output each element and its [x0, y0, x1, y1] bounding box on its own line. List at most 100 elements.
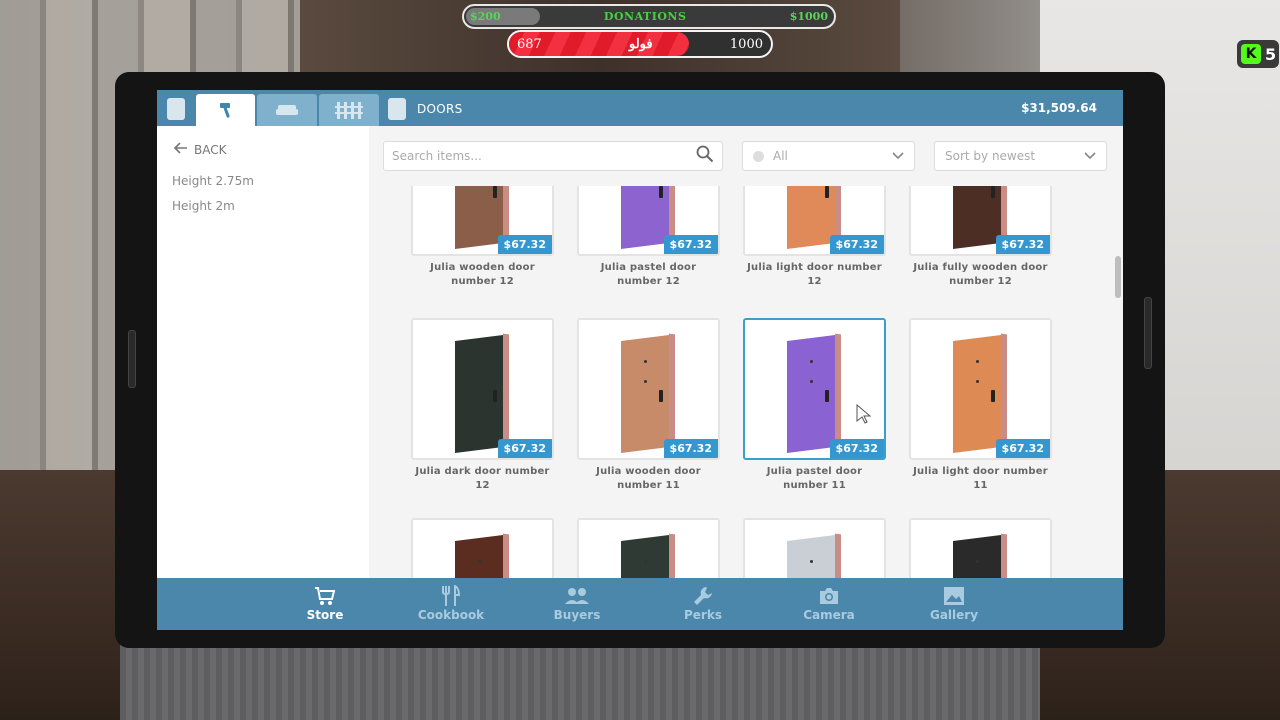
item-name: Julia light door number 12	[747, 262, 882, 287]
chevron-down-icon	[1084, 149, 1096, 163]
item-price: $67.32	[829, 235, 884, 254]
item-price: $67.32	[497, 235, 552, 254]
search-box[interactable]	[383, 141, 723, 171]
item-card[interactable]	[909, 518, 1052, 578]
item-card[interactable]	[411, 518, 554, 578]
sort-select[interactable]: Sort by newest	[934, 141, 1107, 171]
item-name: Julia light door number 11	[913, 466, 1048, 491]
nav-label: Store	[306, 608, 344, 622]
category-dot-icon	[753, 150, 764, 162]
nav-store[interactable]: Store	[285, 584, 365, 622]
hammer-icon	[217, 101, 235, 119]
item-thumbnail[interactable]	[743, 518, 886, 578]
chevron-down-icon	[892, 149, 904, 163]
item-card[interactable]	[743, 518, 886, 578]
item-card[interactable]: $67.32 Julia fully wooden door number 12	[909, 186, 1052, 289]
item-price: $67.32	[995, 439, 1050, 458]
filter-height-2[interactable]: Height 2m	[172, 199, 235, 213]
follower-goal-label: فولو	[629, 37, 653, 52]
donations-bar: $200 DONATIONS $1000	[462, 4, 836, 29]
bottom-nav: Store Cookbook Buyers Perks Camera Gallery	[157, 578, 1123, 630]
tablet-side-button-left	[128, 330, 136, 388]
item-thumbnail[interactable]	[909, 518, 1052, 578]
follower-goal-current: 687	[517, 37, 542, 52]
item-name: Julia fully wooden door number 12	[913, 262, 1048, 287]
door-preview	[953, 532, 1007, 578]
item-price: $67.32	[497, 439, 552, 458]
item-card[interactable]: $67.32 Julia pastel door number 11	[743, 318, 886, 493]
follower-goal-bar: 687 فولو 1000	[507, 30, 773, 58]
item-card[interactable]	[577, 518, 720, 578]
donations-title: DONATIONS	[603, 10, 687, 23]
nav-buyers[interactable]: Buyers	[537, 584, 617, 622]
search-input[interactable]	[392, 149, 696, 163]
camera-icon	[818, 584, 840, 608]
door-preview	[621, 332, 675, 453]
item-thumbnail[interactable]: $67.32	[577, 186, 720, 256]
grid-scrollbar[interactable]	[1115, 256, 1121, 298]
item-thumbnail[interactable]: $67.32	[411, 186, 554, 256]
tab-fences[interactable]	[319, 94, 379, 126]
sort-value: Sort by newest	[945, 149, 1036, 163]
nav-label: Camera	[803, 608, 855, 622]
item-card[interactable]: $67.32 Julia wooden door number 12	[411, 186, 554, 289]
item-thumbnail[interactable]	[411, 518, 554, 578]
nav-camera[interactable]: Camera	[789, 584, 869, 622]
category-select[interactable]: All	[742, 141, 915, 171]
image-icon	[943, 584, 965, 608]
mouse-cursor-icon	[855, 403, 873, 428]
cutlery-icon	[440, 584, 462, 608]
door-preview	[787, 532, 841, 578]
item-name: Julia pastel door number 11	[766, 466, 863, 491]
door-preview	[455, 532, 509, 578]
nav-label: Gallery	[929, 608, 979, 622]
item-thumbnail[interactable]: $67.32	[411, 318, 554, 460]
arrow-left-icon	[173, 142, 188, 157]
item-card[interactable]: $67.32 Julia wooden door number 11	[577, 318, 720, 493]
follower-goal-target: 1000	[729, 37, 763, 52]
tab-furniture[interactable]	[257, 94, 317, 126]
kick-viewer-count: 5	[1265, 44, 1277, 64]
section-toggle[interactable]	[388, 98, 406, 120]
item-price: $67.32	[663, 235, 718, 254]
fence-icon	[335, 101, 363, 119]
item-thumbnail[interactable]: $67.32	[743, 186, 886, 256]
item-name: Julia wooden door number 11	[596, 466, 701, 491]
tablet-side-button-right	[1144, 297, 1152, 369]
tablet-screen: DOORS $31,509.64 BACK Height 2.75m Heigh…	[157, 90, 1123, 630]
item-card[interactable]: $67.32 Julia light door number 11	[909, 318, 1052, 493]
tab-tools[interactable]	[196, 94, 255, 126]
item-thumbnail[interactable]	[577, 518, 720, 578]
category-value: All	[773, 149, 788, 163]
item-card[interactable]: $67.32 Julia dark door number 12	[411, 318, 554, 493]
item-card[interactable]: $67.32 Julia light door number 12	[743, 186, 886, 289]
section-title: DOORS	[417, 102, 463, 116]
collapse-tab-handle[interactable]	[167, 98, 185, 120]
balance: $31,509.64	[1021, 101, 1097, 115]
item-thumbnail[interactable]: $67.32	[577, 318, 720, 460]
item-name: Julia pastel door number 12	[600, 262, 697, 287]
door-preview	[787, 332, 841, 453]
back-label: BACK	[194, 142, 227, 157]
item-thumbnail[interactable]: $67.32	[743, 318, 886, 460]
items-panel: All Sort by newest $67.32 Julia wooden do…	[369, 126, 1123, 578]
nav-cookbook[interactable]: Cookbook	[411, 584, 491, 622]
item-name: Julia wooden door number 12	[430, 262, 535, 287]
nav-label: Cookbook	[417, 608, 485, 622]
item-price: $67.32	[663, 439, 718, 458]
search-icon[interactable]	[696, 145, 714, 167]
store-icon	[314, 584, 336, 608]
nav-gallery[interactable]: Gallery	[914, 584, 994, 622]
nav-label: Buyers	[553, 608, 601, 622]
nav-perks[interactable]: Perks	[663, 584, 743, 622]
door-preview	[455, 332, 509, 453]
item-thumbnail[interactable]: $67.32	[909, 186, 1052, 256]
item-card[interactable]: $67.32 Julia pastel door number 12	[577, 186, 720, 289]
store-topbar: DOORS $31,509.64	[157, 90, 1123, 126]
item-thumbnail[interactable]: $67.32	[909, 318, 1052, 460]
item-name: Julia dark door number 12	[415, 466, 550, 491]
nav-label: Perks	[684, 608, 722, 622]
filter-height-275[interactable]: Height 2.75m	[172, 174, 254, 188]
item-grid: $67.32 Julia wooden door number 12 $67.32 J…	[369, 186, 1109, 578]
back-button[interactable]: BACK	[173, 142, 227, 157]
